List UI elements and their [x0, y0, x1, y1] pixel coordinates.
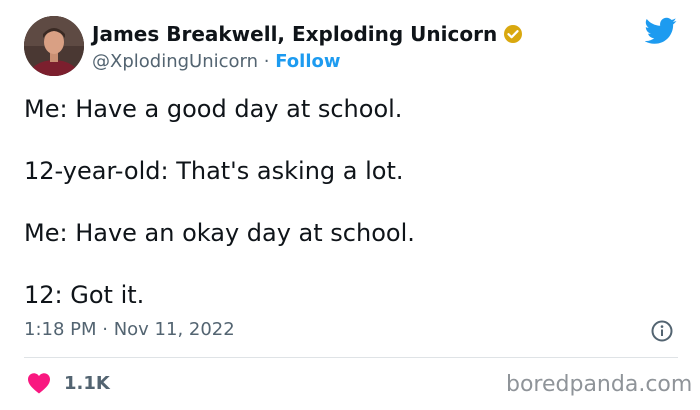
tweet-timestamp[interactable]: 1:18 PM · Nov 11, 2022: [24, 319, 235, 340]
tweet-text-line: 12-year-old: That's asking a lot.: [24, 157, 404, 185]
verified-badge-icon: [504, 25, 523, 43]
author-name-row: James Breakwell, Exploding Unicorn: [92, 22, 523, 46]
divider: [24, 357, 678, 358]
watermark: boredpanda.com: [506, 372, 693, 397]
tweet-text-line: 12: Got it.: [24, 281, 145, 309]
heart-icon[interactable]: [27, 372, 51, 394]
follow-button[interactable]: Follow: [275, 51, 340, 72]
twitter-bird-icon[interactable]: [645, 17, 677, 45]
like-count[interactable]: 1.1K: [64, 373, 110, 394]
tweet-text-line: Me: Have a good day at school.: [24, 95, 403, 123]
avatar-photo: [24, 16, 84, 76]
author-display-name[interactable]: James Breakwell, Exploding Unicorn: [92, 22, 497, 46]
separator-dot: ·: [263, 51, 276, 72]
avatar[interactable]: [24, 16, 84, 76]
author-handle[interactable]: @XplodingUnicorn: [92, 51, 258, 72]
tweet-text-line: Me: Have an okay day at school.: [24, 219, 415, 247]
info-icon[interactable]: [650, 319, 674, 343]
handle-row: @XplodingUnicorn · Follow: [92, 51, 341, 72]
